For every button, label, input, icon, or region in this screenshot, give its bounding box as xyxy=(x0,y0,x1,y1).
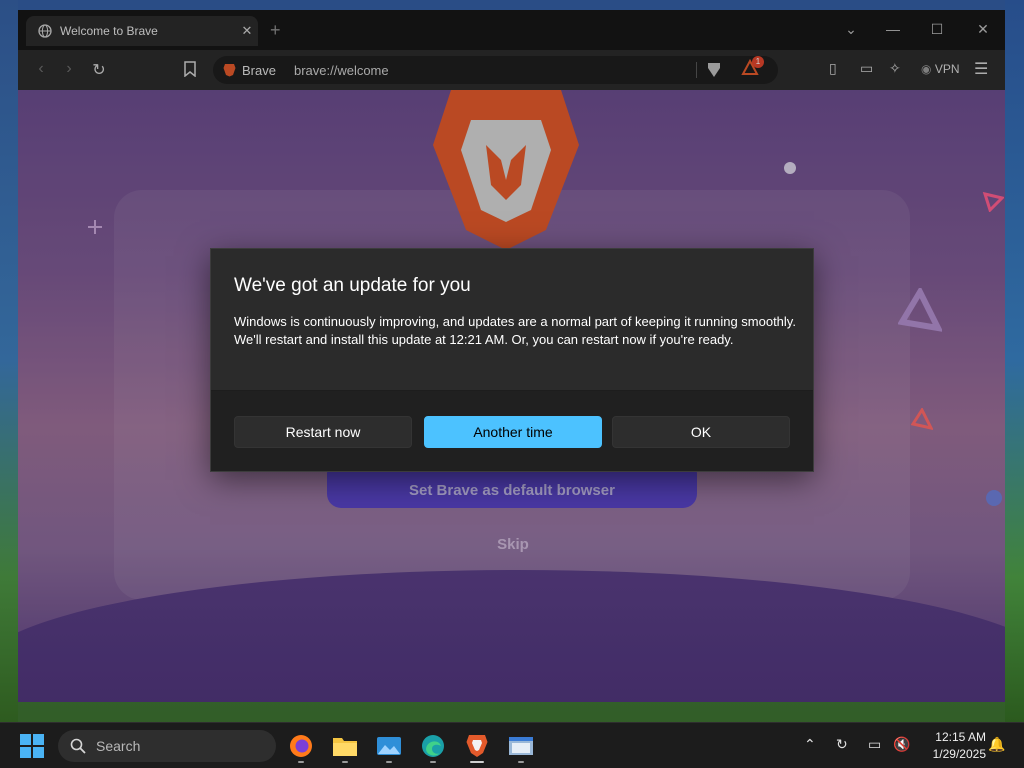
file-explorer-icon[interactable] xyxy=(330,731,360,761)
restart-now-button[interactable]: Restart now xyxy=(234,416,412,448)
show-hidden-icons-chevron-icon[interactable]: ⌃ xyxy=(804,736,816,753)
brave-icon[interactable] xyxy=(462,731,492,761)
dialog-message: Windows is continuously improving, and u… xyxy=(234,314,796,347)
dialog-footer: Restart now Another time OK xyxy=(211,391,813,471)
taskbar: Search ⌃ ↻ ▭ 🔇 12:15 AM 1/29/2025 🔔 xyxy=(0,722,1024,768)
window-app-icon[interactable] xyxy=(506,731,536,761)
ok-button[interactable]: OK xyxy=(612,416,790,448)
desktop-background-right xyxy=(1005,0,1024,722)
dialog-body: We've got an update for you Windows is c… xyxy=(211,249,813,391)
firefox-icon[interactable] xyxy=(286,731,316,761)
explorer-indicator xyxy=(342,761,348,763)
photos-indicator xyxy=(386,761,392,763)
desktop-background-top xyxy=(0,0,1024,10)
desktop-background-left xyxy=(0,0,18,722)
notification-bell-icon[interactable]: 🔔 xyxy=(988,736,1005,753)
edge-icon[interactable] xyxy=(418,731,448,761)
update-dialog: We've got an update for you Windows is c… xyxy=(210,248,814,472)
clock-time: 12:15 AM xyxy=(935,730,986,744)
clock-date: 1/29/2025 xyxy=(932,747,986,761)
search-icon xyxy=(70,738,86,754)
edge-indicator xyxy=(430,761,436,763)
network-display-icon[interactable]: ▭ xyxy=(868,736,881,753)
search-placeholder: Search xyxy=(96,738,141,754)
window-app-indicator xyxy=(518,761,524,763)
start-windows-icon[interactable] xyxy=(20,734,44,758)
dialog-title: We've got an update for you xyxy=(234,275,471,296)
taskbar-search[interactable]: Search xyxy=(58,730,276,762)
volume-muted-icon[interactable]: 🔇 xyxy=(893,736,910,753)
firefox-indicator xyxy=(298,761,304,763)
system-clock[interactable]: 12:15 AM 1/29/2025 xyxy=(916,729,986,763)
brave-active-indicator xyxy=(470,761,484,763)
sync-update-icon[interactable]: ↻ xyxy=(836,736,848,753)
photos-icon[interactable] xyxy=(374,731,404,761)
another-time-button[interactable]: Another time xyxy=(424,416,602,448)
